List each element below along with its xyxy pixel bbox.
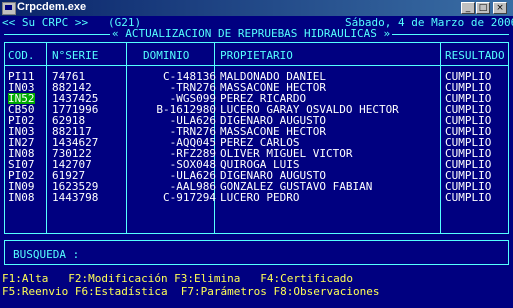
close-button[interactable]: × <box>493 2 507 14</box>
minimize-button[interactable]: _ <box>461 2 475 14</box>
column-header-resultado: RESULTADO <box>445 49 505 62</box>
table-header-divider <box>5 65 508 66</box>
window-title: Crpcdem.exe <box>17 1 87 13</box>
cell-dominio: C-917294 <box>163 191 216 204</box>
console-area: << Su CRPC >> (G21) Sábado, 4 de Marzo d… <box>0 16 513 308</box>
function-keys-line-2: F5:Reenvio F6:Estadística F7:Parámetros … <box>2 285 380 298</box>
maximize-button[interactable]: □ <box>476 2 490 14</box>
app-label: << Su CRPC >> <box>2 16 89 29</box>
window-titlebar[interactable]: Crpcdem.exe _ □ × <box>0 0 513 16</box>
function-keys-line-1: F1:Alta F2:Modificación F3:Elimina F4:Ce… <box>2 272 353 285</box>
cell-serie: 1443798 <box>52 191 99 204</box>
cell-cod: IN08 <box>8 191 35 204</box>
column-header-dominio: DOMINIO <box>143 49 190 62</box>
column-header-serie: N°SERIE <box>52 49 99 62</box>
column-header-cod: COD. <box>8 49 35 62</box>
column-header-propietario: PROPIETARIO <box>220 49 293 62</box>
cell-propietario: LUCERO PEDRO <box>220 191 300 204</box>
cell-resultado: CUMPLIO <box>445 191 492 204</box>
search-box[interactable]: BUSQUEDA : <box>4 240 509 265</box>
section-title: « ACTUALIZACION DE REPRUEBAS HIDRAULICAS… <box>110 27 393 40</box>
records-table: COD. N°SERIE DOMINIO PROPIETARIO RESULTA… <box>4 42 509 234</box>
table-row[interactable]: IN08 1443798 C-917294 LUCERO PEDRO CUMPLIO <box>5 192 508 203</box>
app-icon[interactable] <box>2 2 16 15</box>
search-label: BUSQUEDA : <box>13 248 80 261</box>
